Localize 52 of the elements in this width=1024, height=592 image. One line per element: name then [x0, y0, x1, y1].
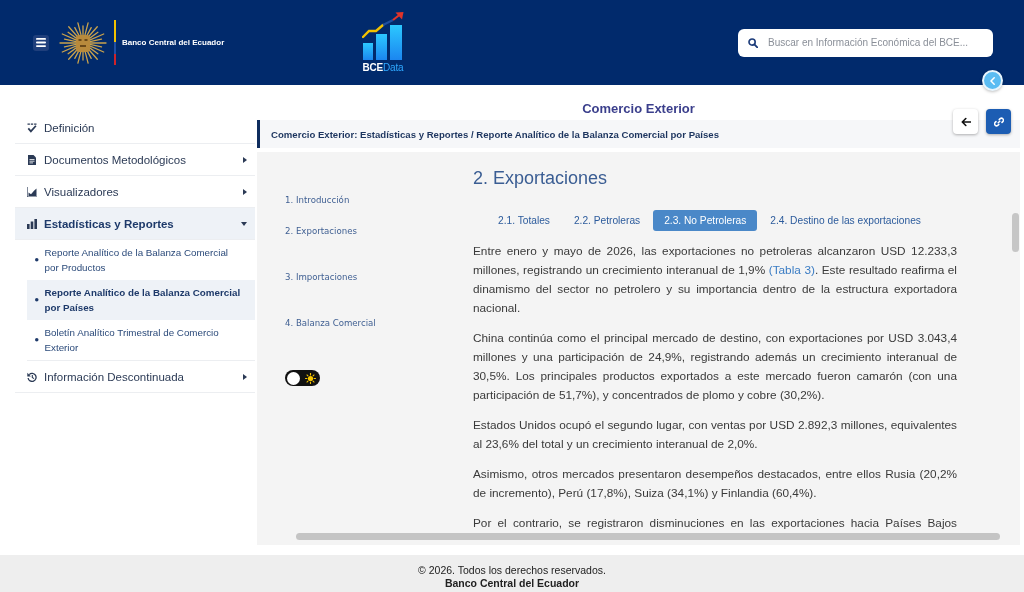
menu-icon [36, 38, 46, 47]
tab[interactable]: 2.3. No Petroleras [653, 210, 758, 231]
organization-name: Banco Central del Ecuador [444, 577, 580, 590]
sidebar-subitem[interactable]: Reporte Analítico de la Balanza Comercial por Productos [27, 240, 255, 280]
search-icon [748, 37, 758, 48]
tab[interactable]: 2.2. Petroleras [562, 210, 652, 231]
bullet-icon [35, 298, 39, 302]
sidebar-item[interactable]: Estadísticas y Reportes [15, 208, 255, 240]
history-icon [27, 371, 37, 382]
sidebar-item[interactable]: Documentos Metodológicos [15, 144, 255, 176]
section-link[interactable]: 1. Introducción [285, 194, 350, 206]
sidebar-subitem[interactable]: Boletín Analítico Trimestral de Comercio Exterior [27, 320, 255, 360]
back-button[interactable] [953, 109, 978, 134]
flag-stripe [114, 20, 116, 65]
search-field[interactable]: Buscar en Información Económica del BCE... [738, 28, 993, 57]
section-heading: 2. Exportaciones [473, 167, 609, 189]
section-link[interactable]: 3. Importaciones [285, 271, 358, 283]
copyright-text: © 2026. Todos los derechos reservados. [418, 564, 606, 577]
breadcrumb: Comercio Exterior: Estadísticas y Reportes / Reporte Analítico de la Balanza Comercial por Países [257, 120, 1020, 148]
section-link[interactable]: 4. Balanza Comercial [285, 317, 376, 329]
area-chart-icon [27, 186, 37, 197]
paragraph: Entre enero y mayo de 2026, las exportaciones no petroleras alcanzaron USD 12.233,3 millones, registrando un crecimiento interanual de 1,9% (Tabla 3). Este resultado reafirma el dinamismo del sector no petrolero y su importancia dentro de la estructura exportadora nacional. [473, 243, 957, 317]
paragraph: Asimismo, otros mercados presentaron desempeños destacados, entre ellos Rusia (20,2% de incremento), Perú (17,8%), Suiza (34,1%) y Finlandia (60,4%). [473, 466, 957, 502]
paragraph: Por el contrario, se registraron disminuciones en las exportaciones hacia Países Bajos [473, 515, 957, 532]
page-title: Comercio Exterior [581, 100, 696, 117]
sidebar-item[interactable]: Definición [15, 112, 255, 144]
link-button[interactable] [986, 109, 1011, 134]
theme-toggle[interactable] [285, 370, 320, 386]
paragraph: Estados Unidos ocupó el segundo lugar, con ventas por USD 2.892,3 millones, equivalentes al 23,6% del total y un crecimiento interanual de 2,0%. [473, 417, 957, 453]
section-link[interactable]: 2. Exportaciones [285, 225, 357, 237]
vertical-scrollbar-thumb[interactable] [1012, 213, 1019, 252]
table-link[interactable]: (Tabla 3) [768, 263, 815, 277]
paragraph: China continúa como el principal mercado de destino, con exportaciones por USD 3.043,4 millones y una participación de 24,9%, registrando además un crecimiento interanual de 30,5%. Los principales productos exportados a este mercado fueron camarón (con una participación de 51,7%), y concentrados de plomo y cobre (30,2%). [473, 330, 957, 404]
sidebar-subitem[interactable]: Reporte Analítico de la Balanza Comercial por Países [27, 280, 255, 320]
sidebar-item[interactable]: Información Descontinuada [15, 361, 255, 393]
link-icon [993, 116, 1004, 127]
bar-chart-icon [27, 218, 37, 229]
sun-icon [305, 372, 316, 384]
bank-name: Banco Central del Ecuador [122, 38, 225, 47]
check-icon [27, 122, 37, 133]
bullet-icon [35, 338, 39, 342]
bullet-icon [35, 258, 39, 262]
chevron-left-icon [990, 76, 995, 85]
sun-emblem-icon [58, 19, 108, 66]
rising-bar-chart-icon [362, 12, 404, 60]
document-icon [27, 154, 37, 165]
tab[interactable]: 2.4. Destino de las exportaciones [759, 210, 932, 231]
horizontal-scrollbar-thumb[interactable] [296, 533, 1000, 540]
brand-wordmark: BCEData [362, 62, 404, 73]
tab[interactable]: 2.1. Totales [487, 210, 561, 231]
arrow-left-icon [960, 116, 971, 127]
menu-button[interactable] [33, 34, 49, 51]
